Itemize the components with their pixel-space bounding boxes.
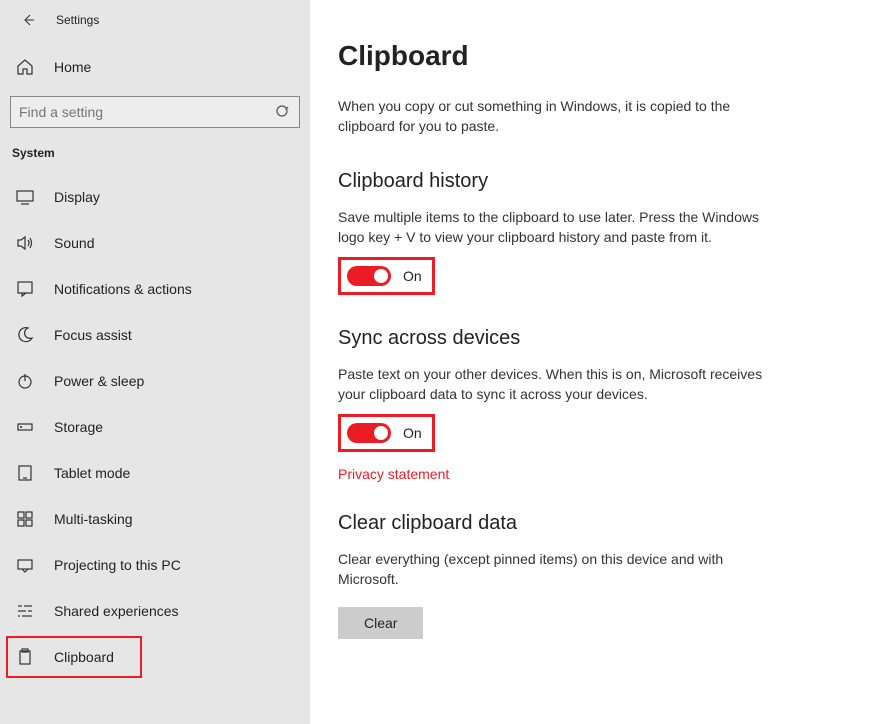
multitasking-icon <box>16 510 34 528</box>
clear-description: Clear everything (except pinned items) o… <box>338 549 768 589</box>
section-label: System <box>0 146 310 174</box>
history-toggle-label: On <box>403 268 422 284</box>
clipboard-icon <box>16 648 34 666</box>
sidebar-item-label: Clipboard <box>54 649 114 665</box>
sync-toggle-highlight: On <box>338 414 435 452</box>
page-title: Clipboard <box>338 40 863 72</box>
sidebar-item-focus-assist[interactable]: Focus assist <box>0 312 310 358</box>
back-button[interactable] <box>18 10 38 30</box>
toggle-knob <box>374 426 388 440</box>
sidebar-item-label: Shared experiences <box>54 603 179 619</box>
sidebar-item-tablet[interactable]: Tablet mode <box>0 450 310 496</box>
sound-icon <box>16 234 34 252</box>
clear-button[interactable]: Clear <box>338 607 423 639</box>
app-title: Settings <box>56 13 99 27</box>
sidebar-item-notifications[interactable]: Notifications & actions <box>0 266 310 312</box>
projecting-icon <box>16 556 34 574</box>
sidebar-item-projecting[interactable]: Projecting to this PC <box>0 542 310 588</box>
home-label: Home <box>54 59 91 75</box>
shared-icon <box>16 602 34 620</box>
page-description: When you copy or cut something in Window… <box>338 96 768 136</box>
header-row: Settings <box>0 10 310 48</box>
toggle-knob <box>374 269 388 283</box>
sidebar-item-home[interactable]: Home <box>0 48 310 86</box>
history-toggle[interactable] <box>347 266 391 286</box>
moon-icon <box>16 326 34 344</box>
sync-toggle[interactable] <box>347 423 391 443</box>
home-icon <box>16 58 34 76</box>
sidebar-item-label: Display <box>54 189 100 205</box>
sidebar-item-storage[interactable]: Storage <box>0 404 310 450</box>
sync-toggle-label: On <box>403 425 422 441</box>
sidebar-item-label: Projecting to this PC <box>54 557 181 573</box>
sidebar-item-power[interactable]: Power & sleep <box>0 358 310 404</box>
history-description: Save multiple items to the clipboard to … <box>338 207 768 247</box>
sidebar-item-label: Tablet mode <box>54 465 130 481</box>
history-toggle-highlight: On <box>338 257 435 295</box>
search-box[interactable] <box>10 96 300 128</box>
sidebar-item-display[interactable]: Display <box>0 174 310 220</box>
sidebar-item-multitasking[interactable]: Multi-tasking <box>0 496 310 542</box>
main-content: Clipboard When you copy or cut something… <box>310 0 893 724</box>
history-title: Clipboard history <box>338 170 863 193</box>
power-icon <box>16 372 34 390</box>
sidebar-item-shared[interactable]: Shared experiences <box>0 588 310 634</box>
sidebar-item-label: Power & sleep <box>54 373 144 389</box>
privacy-link[interactable]: Privacy statement <box>338 466 863 482</box>
storage-icon <box>16 418 34 436</box>
arrow-left-icon <box>21 13 35 27</box>
history-toggle-row: On <box>338 257 863 295</box>
sidebar-item-clipboard[interactable]: Clipboard <box>6 636 142 678</box>
sync-toggle-row: On <box>338 414 863 452</box>
clear-title: Clear clipboard data <box>338 512 863 535</box>
sidebar-item-sound[interactable]: Sound <box>0 220 310 266</box>
sidebar-item-label: Multi-tasking <box>54 511 133 527</box>
sidebar-item-label: Storage <box>54 419 103 435</box>
sidebar: Settings Home System Display Sound Notif… <box>0 0 310 724</box>
sync-description: Paste text on your other devices. When t… <box>338 364 768 404</box>
tablet-icon <box>16 464 34 482</box>
search-input[interactable] <box>19 104 275 120</box>
sidebar-item-label: Sound <box>54 235 94 251</box>
sidebar-item-label: Notifications & actions <box>54 281 192 297</box>
sync-title: Sync across devices <box>338 327 863 350</box>
sidebar-item-label: Focus assist <box>54 327 132 343</box>
notifications-icon <box>16 280 34 298</box>
monitor-icon <box>16 188 34 206</box>
search-icon <box>275 104 291 120</box>
